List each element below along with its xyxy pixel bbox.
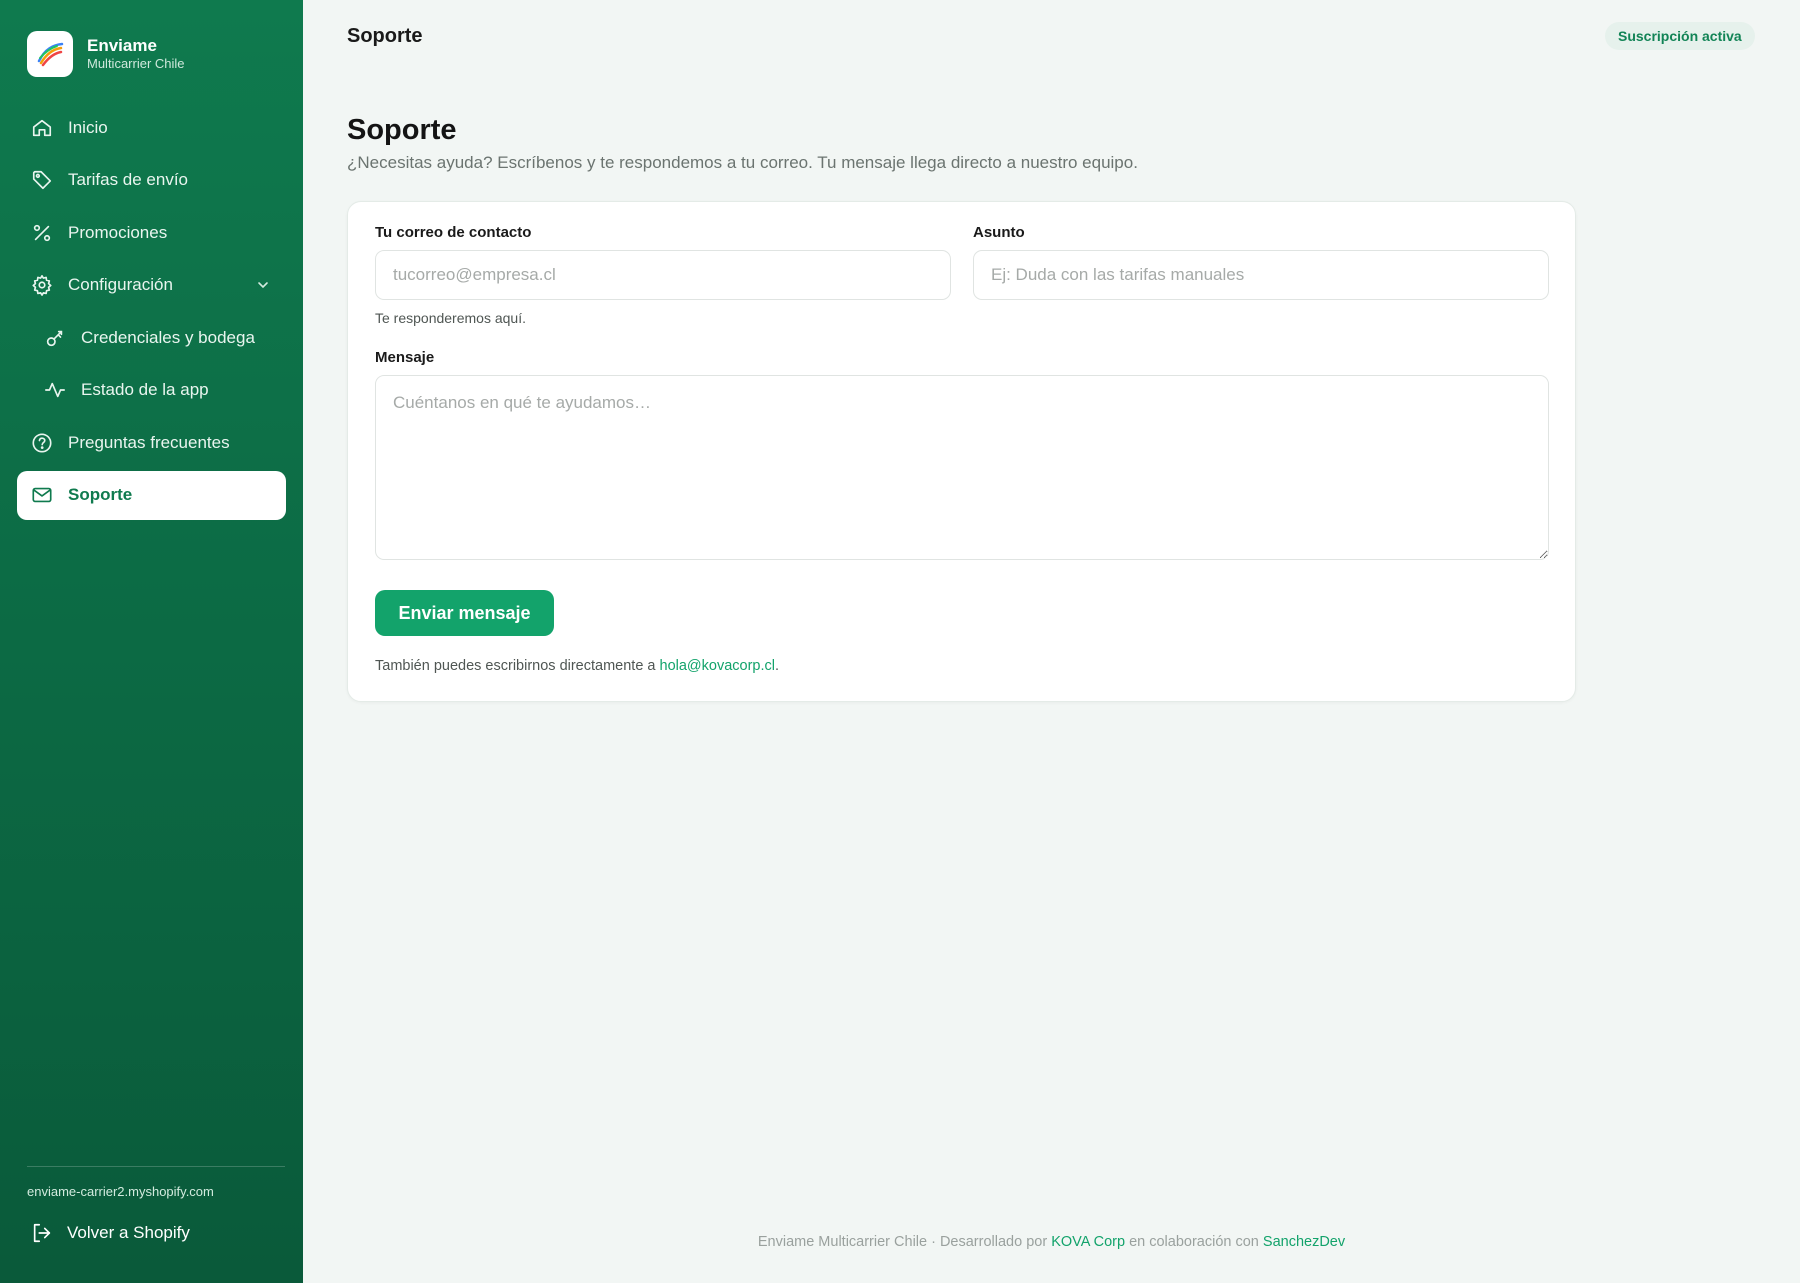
sidebar-item-label: Soporte xyxy=(68,485,133,504)
tag-icon xyxy=(31,169,53,191)
sidebar-item-estado[interactable]: Estado de la app xyxy=(17,366,286,415)
sidebar-item-label: Preguntas frecuentes xyxy=(68,432,230,452)
mail-icon xyxy=(31,484,53,506)
sidebar-item-tarifas[interactable]: Tarifas de envío xyxy=(17,156,286,205)
sidebar-divider xyxy=(27,1166,285,1167)
sidebar-item-inicio[interactable]: Inicio xyxy=(17,103,286,152)
percent-icon xyxy=(31,222,53,244)
email-field[interactable] xyxy=(375,250,951,300)
home-icon xyxy=(31,117,53,139)
page-title: Soporte xyxy=(347,114,457,146)
sidebar-item-configuracion[interactable]: Configuración xyxy=(17,261,286,310)
brand[interactable]: Enviame Multicarrier Chile xyxy=(27,31,185,77)
sidebar-item-label: Credenciales y bodega xyxy=(81,327,255,347)
chevron-down-icon[interactable] xyxy=(256,278,270,292)
email-field-hint: Te responderemos aquí. xyxy=(375,310,526,326)
topbar-title: Soporte xyxy=(347,25,423,47)
sidebar-item-credenciales[interactable]: Credenciales y bodega xyxy=(17,313,286,362)
sidebar-item-promociones[interactable]: Promociones xyxy=(17,208,286,257)
key-icon xyxy=(44,327,66,349)
brand-subtitle: Multicarrier Chile xyxy=(87,56,185,71)
send-message-button[interactable]: Enviar mensaje xyxy=(375,590,554,636)
support-email-link[interactable]: hola@kovacorp.cl xyxy=(660,658,775,674)
sidebar: Enviame Multicarrier Chile Inicio Tarifa… xyxy=(0,0,303,1283)
help-circle-icon xyxy=(31,432,53,454)
sidebar-item-label: Configuración xyxy=(68,275,173,294)
alt-contact-suffix: . xyxy=(775,658,780,674)
page-description: ¿Necesitas ayuda? Escríbenos y te respon… xyxy=(347,153,1138,172)
sidebar-item-label: Tarifas de envío xyxy=(68,170,189,189)
footer-middle: en colaboración con xyxy=(1125,1234,1263,1250)
activity-icon xyxy=(44,379,66,401)
sidebar-item-soporte[interactable]: Soporte xyxy=(17,470,286,520)
sidebar-item-label: Promociones xyxy=(68,222,168,242)
subject-field-label: Asunto xyxy=(973,224,1025,241)
support-form-card: Tu correo de contacto Te responderemos a… xyxy=(347,201,1576,702)
message-field[interactable] xyxy=(375,375,1549,560)
footer: Enviame Multicarrier Chile · Desarrollad… xyxy=(0,1234,1800,1250)
brand-name: Enviame xyxy=(87,36,157,55)
brand-logo xyxy=(27,31,73,77)
subscription-status-badge: Suscripción activa xyxy=(1605,22,1755,50)
shop-domain: enviame-carrier2.myshopify.com xyxy=(27,1184,214,1199)
alt-contact-prefix: También puedes escribirnos directamente … xyxy=(375,658,660,674)
sidebar-item-preguntas[interactable]: Preguntas frecuentes xyxy=(17,418,286,467)
sidebar-item-label: Estado de la app xyxy=(81,380,209,399)
sanchezdev-link[interactable]: SanchezDev xyxy=(1263,1234,1345,1250)
sidebar-item-label: Inicio xyxy=(68,117,108,137)
sidebar-nav: Inicio Tarifas de envío Promociones Conf… xyxy=(17,103,286,523)
logo-icon xyxy=(37,42,64,67)
kova-corp-link[interactable]: KOVA Corp xyxy=(1051,1234,1125,1250)
email-field-label: Tu correo de contacto xyxy=(375,224,532,241)
subject-field[interactable] xyxy=(973,250,1549,300)
message-field-label: Mensaje xyxy=(375,349,435,366)
footer-prefix: Enviame Multicarrier Chile · Desarrollad… xyxy=(757,1234,1052,1250)
gear-icon xyxy=(31,274,53,296)
alternative-contact-text: También puedes escribirnos directamente … xyxy=(375,658,779,674)
